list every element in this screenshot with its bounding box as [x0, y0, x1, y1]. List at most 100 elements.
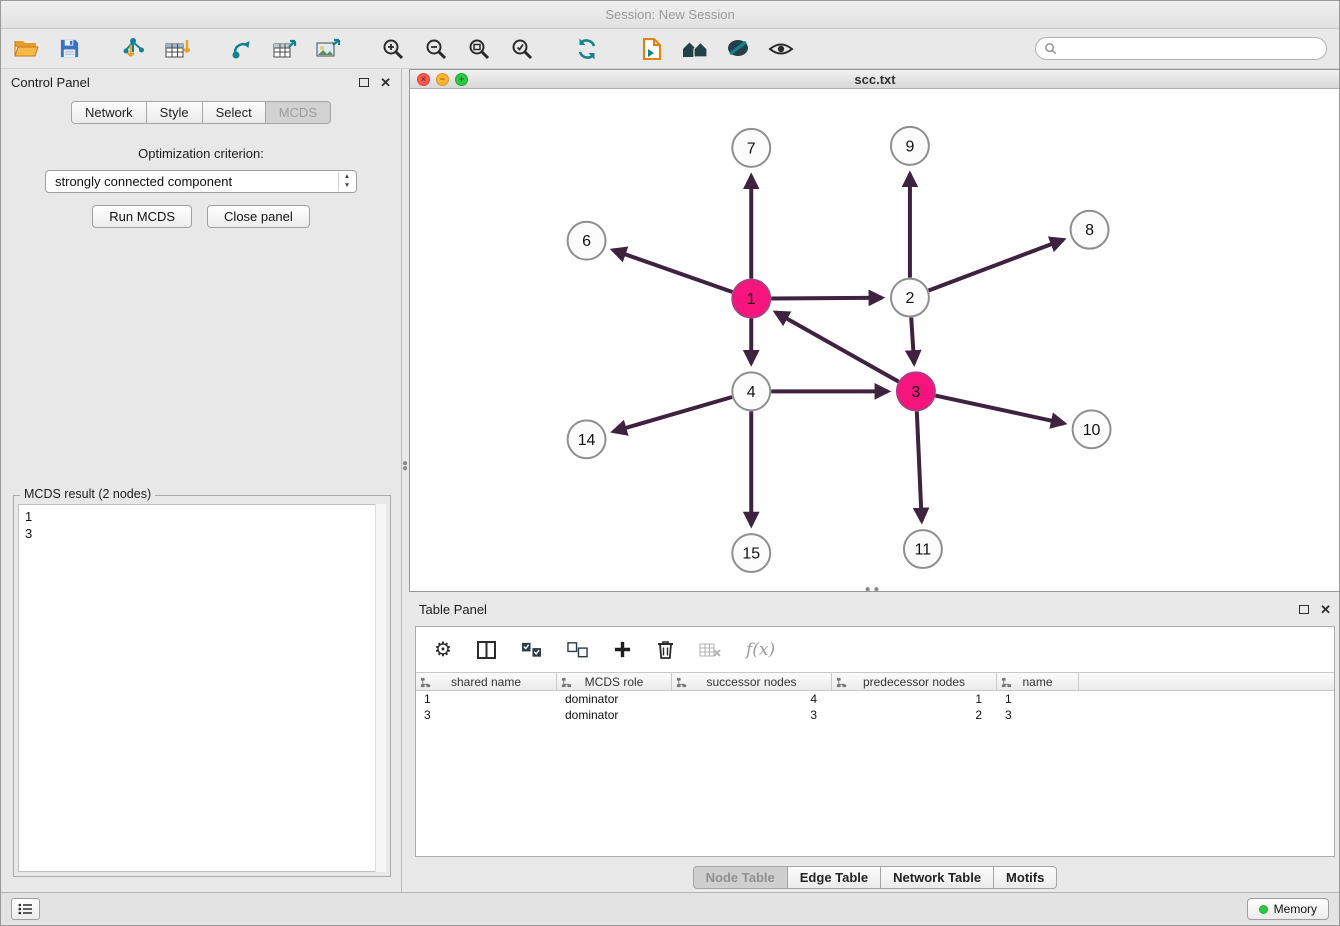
zoom-in-button[interactable] [376, 34, 410, 64]
graph-node-1[interactable]: 1 [732, 280, 770, 318]
table-row[interactable]: 3 dominator 3 2 3 [416, 707, 1334, 723]
clone-network-button[interactable] [268, 34, 302, 64]
status-bar: Memory [1, 892, 1339, 925]
graph-node-15[interactable]: 15 [732, 534, 770, 572]
add-row-button[interactable] [613, 640, 632, 659]
delete-table-button[interactable] [699, 642, 721, 658]
result-scrollbar[interactable] [375, 504, 386, 872]
tab-style[interactable]: Style [147, 101, 203, 124]
network-view-window: × − + scc.txt 7 9 6 8 1 2 4 3 14 10 15 11 [409, 69, 1340, 592]
graph-node-2[interactable]: 2 [891, 279, 929, 317]
checked-boxes-icon [521, 642, 542, 658]
deselect-all-columns-button[interactable] [567, 642, 588, 658]
float-panel-icon[interactable] [359, 78, 369, 87]
attribute-tree-icon [836, 677, 847, 688]
search-input[interactable] [1062, 38, 1326, 59]
task-history-button[interactable] [11, 898, 40, 920]
cell-name: 3 [997, 708, 1079, 722]
window-minimize-icon[interactable]: − [436, 73, 449, 86]
panel-divider-handle-horizontal[interactable]: ● ● [861, 587, 883, 595]
show-graphics-button[interactable] [764, 34, 798, 64]
run-mcds-button[interactable]: Run MCDS [92, 205, 192, 228]
graph-node-8[interactable]: 8 [1071, 211, 1109, 249]
function-builder-button[interactable]: f(x) [746, 640, 775, 660]
graph-node-9[interactable]: 9 [891, 127, 929, 165]
column-header-mcds-role[interactable]: MCDS role [557, 673, 672, 690]
tab-mcds[interactable]: MCDS [266, 101, 331, 124]
close-panel-button[interactable]: Close panel [207, 205, 310, 228]
tab-edge-table[interactable]: Edge Table [788, 866, 881, 889]
table-tabs: Node Table Edge Table Network Table Moti… [409, 866, 1340, 889]
export-image-button[interactable] [311, 34, 345, 64]
window-close-icon[interactable]: × [417, 73, 430, 86]
svg-text:10: 10 [1083, 422, 1101, 439]
memory-button[interactable]: Memory [1247, 898, 1329, 920]
list-icon [18, 903, 33, 915]
table-settings-button[interactable]: ⚙ [434, 637, 452, 662]
float-table-panel-icon[interactable] [1299, 605, 1309, 614]
panel-divider-handle-vertical[interactable]: ●● [401, 461, 409, 483]
graph-edge-4-14[interactable] [613, 397, 732, 432]
home-icon [681, 38, 709, 59]
graph-node-6[interactable]: 6 [568, 222, 606, 260]
network-canvas[interactable]: 7 9 6 8 1 2 4 3 14 10 15 11 [410, 89, 1340, 591]
mcds-result-list[interactable]: 1 3 [18, 504, 386, 872]
graph-node-14[interactable]: 14 [568, 420, 606, 458]
mcds-result-title: MCDS result (2 nodes) [20, 487, 155, 501]
table-toolbar: ⚙ f(x) [416, 627, 1334, 672]
graph-edge-2-8[interactable] [929, 240, 1064, 291]
graph-node-3[interactable]: 3 [897, 372, 935, 410]
apply-layout-button[interactable] [570, 34, 604, 64]
graph-edge-1-6[interactable] [613, 250, 732, 292]
column-header-filler [1079, 673, 1334, 690]
graph-edge-3-11[interactable] [917, 411, 922, 521]
open-session-button[interactable] [9, 34, 43, 64]
tab-select[interactable]: Select [203, 101, 266, 124]
cell-shared-name: 1 [416, 692, 557, 706]
svg-text:7: 7 [747, 140, 756, 157]
delete-table-icon [699, 642, 721, 658]
apply-style-button[interactable] [721, 34, 755, 64]
table-row[interactable]: 1 dominator 4 1 1 [416, 691, 1334, 707]
copy-style-button[interactable] [635, 34, 669, 64]
select-all-columns-button[interactable] [521, 642, 542, 658]
graph-edge-1-2[interactable] [771, 298, 882, 299]
new-network-button[interactable] [225, 34, 259, 64]
graph-node-7[interactable]: 7 [732, 129, 770, 167]
criterion-dropdown[interactable]: strongly connected component ▲▼ [45, 170, 357, 193]
show-columns-button[interactable] [477, 641, 496, 659]
column-header-name[interactable]: name [997, 673, 1079, 690]
window-zoom-icon[interactable]: + [455, 73, 468, 86]
search-field[interactable] [1035, 37, 1327, 60]
import-table-button[interactable] [160, 34, 194, 64]
memory-status-icon [1259, 905, 1268, 914]
tab-network-table[interactable]: Network Table [881, 866, 994, 889]
home-view-button[interactable] [678, 34, 712, 64]
network-window-titlebar[interactable]: × − + scc.txt [410, 70, 1340, 89]
application-window: Session: New Session Control Panel [0, 0, 1340, 926]
unchecked-boxes-icon [567, 642, 588, 658]
column-header-predecessor-nodes[interactable]: predecessor nodes [832, 673, 997, 690]
graph-node-4[interactable]: 4 [732, 372, 770, 410]
tab-node-table[interactable]: Node Table [693, 866, 788, 889]
graph-edge-3-1[interactable] [776, 312, 899, 381]
graph-node-10[interactable]: 10 [1073, 410, 1111, 448]
graph-edge-3-10[interactable] [935, 396, 1064, 424]
trash-icon [657, 640, 674, 659]
column-header-shared-name[interactable]: shared name [416, 673, 557, 690]
zoom-out-button[interactable] [419, 34, 453, 64]
import-network-button[interactable] [117, 34, 151, 64]
save-session-button[interactable] [52, 34, 86, 64]
close-panel-icon[interactable]: ✕ [380, 76, 391, 89]
mcds-result-line: 3 [25, 525, 379, 542]
tab-network[interactable]: Network [71, 101, 147, 124]
close-table-panel-icon[interactable]: ✕ [1320, 603, 1331, 616]
delete-row-button[interactable] [657, 640, 674, 659]
column-header-successor-nodes[interactable]: successor nodes [672, 673, 832, 690]
zoom-selected-button[interactable] [505, 34, 539, 64]
tab-motifs[interactable]: Motifs [994, 866, 1057, 889]
zoom-fit-icon [467, 37, 491, 61]
zoom-fit-button[interactable] [462, 34, 496, 64]
graph-node-11[interactable]: 11 [904, 530, 942, 568]
graph-edge-2-3[interactable] [911, 318, 914, 364]
